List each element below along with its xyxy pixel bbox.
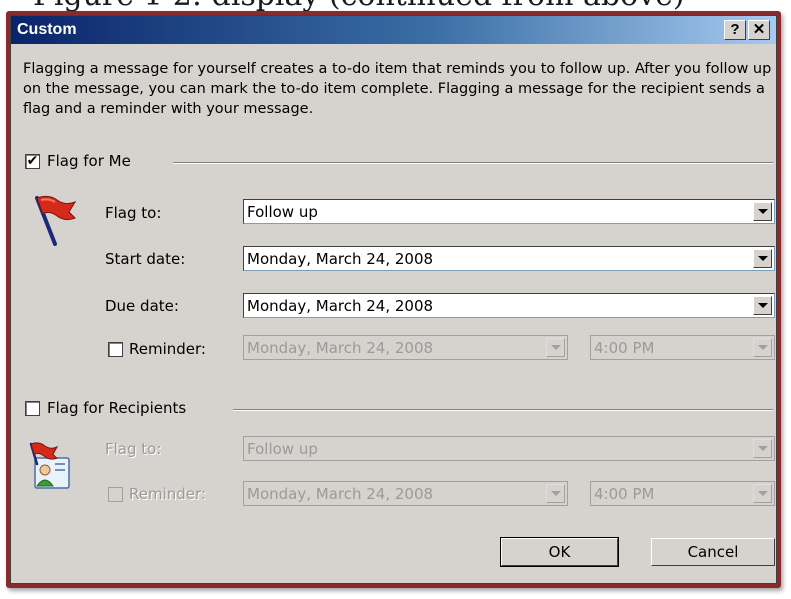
ok-button[interactable]: OK xyxy=(500,537,619,567)
recipient-reminder-date-value: Monday, March 24, 2008 xyxy=(247,485,434,503)
help-button[interactable]: ? xyxy=(724,20,746,40)
flagged-contact-card-icon xyxy=(25,440,75,496)
reminder-date-value: Monday, March 24, 2008 xyxy=(247,339,434,357)
flag-for-recipients-checkbox[interactable] xyxy=(25,401,40,416)
reminder-date-combo[interactable]: Monday, March 24, 2008 xyxy=(243,335,568,360)
flag-for-recipients-label: Flag for Recipients xyxy=(47,399,187,417)
dropdown-arrow-icon[interactable] xyxy=(753,202,772,221)
reminder-checkbox[interactable] xyxy=(108,342,123,357)
dropdown-arrow-icon[interactable] xyxy=(753,439,772,458)
reminder-time-combo[interactable]: 4:00 PM xyxy=(590,335,775,360)
dropdown-arrow-icon[interactable] xyxy=(546,338,565,357)
dropdown-arrow-icon[interactable] xyxy=(753,296,772,315)
recipient-reminder-time-combo[interactable]: 4:00 PM xyxy=(590,481,775,506)
window-title: Custom xyxy=(17,21,77,38)
custom-dialog: Custom ? ✕ Flagging a message for yourse… xyxy=(10,15,777,584)
start-date-combo[interactable]: Monday, March 24, 2008 xyxy=(243,246,775,271)
dropdown-arrow-icon[interactable] xyxy=(753,338,772,357)
dropdown-arrow-icon[interactable] xyxy=(753,249,772,268)
flag-to-combo[interactable]: Follow up xyxy=(243,199,775,224)
recipient-reminder-date-combo[interactable]: Monday, March 24, 2008 xyxy=(243,481,568,506)
start-date-value: Monday, March 24, 2008 xyxy=(247,250,434,268)
close-button[interactable]: ✕ xyxy=(748,20,770,40)
recipient-flag-to-value: Follow up xyxy=(247,440,318,458)
flag-for-me-label: Flag for Me xyxy=(47,152,131,170)
red-flag-icon xyxy=(29,192,79,248)
title-bar[interactable]: Custom ? ✕ xyxy=(11,16,776,44)
dropdown-arrow-icon[interactable] xyxy=(753,484,772,503)
reminder-time-value: 4:00 PM xyxy=(594,339,655,357)
due-date-label: Due date: xyxy=(105,297,179,315)
dropdown-arrow-icon[interactable] xyxy=(546,484,565,503)
group-divider xyxy=(233,409,773,411)
reminder-label: Reminder: xyxy=(129,340,206,358)
flag-for-me-group: ✔ Flag for Me xyxy=(23,152,775,172)
recipient-flag-to-combo[interactable]: Follow up xyxy=(243,436,775,461)
recipient-reminder-time-value: 4:00 PM xyxy=(594,485,655,503)
recipient-flag-to-label: Flag to: xyxy=(105,440,162,458)
due-date-value: Monday, March 24, 2008 xyxy=(247,297,434,315)
flag-to-label: Flag to: xyxy=(105,204,162,222)
flag-for-recipients-group: Flag for Recipients xyxy=(23,399,775,419)
flag-to-value: Follow up xyxy=(247,203,318,221)
recipient-reminder-label: Reminder: xyxy=(129,485,206,503)
due-date-combo[interactable]: Monday, March 24, 2008 xyxy=(243,293,775,318)
cancel-button[interactable]: Cancel xyxy=(651,538,775,566)
start-date-label: Start date: xyxy=(105,250,186,268)
group-divider xyxy=(173,162,773,164)
recipient-reminder-checkbox[interactable] xyxy=(108,487,123,502)
description-text: Flagging a message for yourself creates … xyxy=(23,61,772,117)
flag-for-me-checkbox[interactable]: ✔ xyxy=(25,154,40,169)
